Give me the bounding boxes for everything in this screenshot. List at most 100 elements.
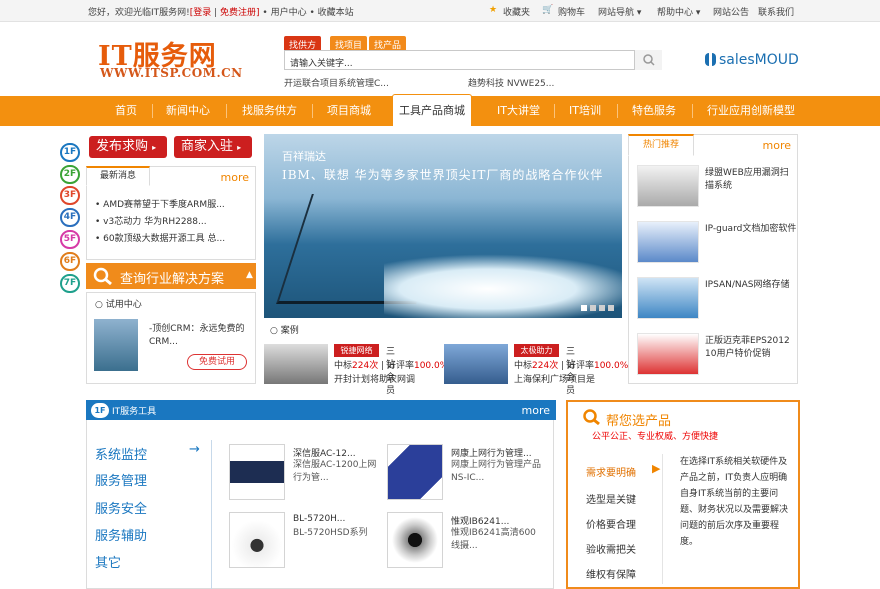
floor-tab-4f[interactable]: 4F: [60, 208, 80, 227]
news-item[interactable]: • AMD赛蒂望于下季度ARM服...: [95, 197, 225, 210]
triangle-right-icon: ▲: [246, 270, 253, 280]
register-link[interactable]: 免费注册]: [220, 8, 260, 18]
hot-product-image[interactable]: [637, 277, 699, 319]
search-icon: [643, 54, 655, 66]
help-menu-requirement[interactable]: 需求要明确: [586, 464, 636, 479]
hot-product-link[interactable]: 正版迈克菲EPS2012 10用户特价促销: [705, 335, 797, 361]
nav-it-training[interactable]: IT培训: [569, 96, 601, 126]
news-item[interactable]: • v3芯动力 华为RH2288...: [95, 214, 207, 227]
nav-divider: [226, 104, 227, 118]
it-tools-more-link[interactable]: more: [522, 404, 551, 417]
tool-product-name[interactable]: BL-5720H...: [293, 514, 345, 524]
tool-category-security[interactable]: 服务安全: [95, 498, 147, 517]
tool-product-name[interactable]: 惟观IB6241...: [451, 514, 509, 527]
help-link[interactable]: 帮助中心 ▾: [657, 5, 700, 18]
hot-product-image[interactable]: [637, 221, 699, 263]
nav-it-lecture[interactable]: IT大讲堂: [497, 96, 540, 126]
banner-dot[interactable]: [581, 305, 587, 311]
hot-recommend-tab[interactable]: 热门推荐: [628, 134, 694, 156]
banner-title: 百祥瑞达: [282, 150, 326, 163]
search-input[interactable]: 请输入关键字...: [284, 50, 662, 70]
partner-logo[interactable]: salesMOUD: [705, 52, 799, 68]
news-more-link[interactable]: more: [221, 171, 250, 184]
merchant-join-button[interactable]: 商家入驻 ▸: [174, 136, 252, 158]
hot-product-image[interactable]: [637, 333, 699, 375]
contact-link[interactable]: 联系我们: [758, 5, 794, 18]
post-purchase-button[interactable]: 发布求购 ▸: [89, 136, 167, 158]
floor-tab-7f[interactable]: 7F: [60, 274, 80, 293]
help-menu-price[interactable]: 价格要合理: [586, 516, 636, 531]
tool-product-name[interactable]: 网康上网行为管理...: [451, 446, 532, 459]
tool-category-assist[interactable]: 服务辅助: [95, 525, 147, 544]
hot-search-link[interactable]: 开运联合项目系统管理C...: [284, 76, 389, 89]
case-desc-link[interactable]: 上海保利广场项目是: [514, 372, 595, 385]
hot-recommend-panel: 热门推荐 more 绿盟WEB应用漏洞扫描系统 IP-guard文档加密软件 I…: [628, 134, 798, 384]
nav-industry-model[interactable]: 行业应用创新模型: [707, 96, 795, 126]
search-tab-supplier[interactable]: 找供方: [284, 36, 322, 51]
partner-logo-text: salesMOUD: [719, 52, 799, 68]
site-nav-link[interactable]: 网站导航 ▾: [598, 5, 641, 18]
favorites-link[interactable]: 收藏夹: [503, 5, 530, 18]
case-image[interactable]: [444, 344, 508, 384]
notice-link[interactable]: 网站公告: [713, 5, 749, 18]
help-menu-rights[interactable]: 维权有保障: [586, 566, 636, 581]
bookmark-link[interactable]: 收藏本站: [318, 8, 354, 18]
case-desc-link[interactable]: 开封计划将助农网调: [334, 372, 415, 385]
banner-dot[interactable]: [599, 305, 605, 311]
tool-category-other[interactable]: 其它: [95, 552, 121, 571]
hot-product-image[interactable]: [637, 165, 699, 207]
tool-product-image[interactable]: [387, 512, 443, 568]
case-stats: 中标224次 | 好评率100.0%: [334, 361, 449, 371]
news-tab[interactable]: 最新消息: [86, 166, 150, 186]
search-button[interactable]: [634, 50, 662, 70]
top-bar: 您好，欢迎光临IT服务网![登录 | 免费注册] • 用户中心 • 收藏本站 ★…: [0, 0, 880, 22]
floor-tab-2f[interactable]: 2F: [60, 165, 80, 184]
login-link[interactable]: [登录: [190, 8, 212, 18]
search-tab-project[interactable]: 找项目: [330, 36, 368, 51]
partner-logo-icon: [705, 53, 716, 66]
hot-product-link[interactable]: 绿盟WEB应用漏洞扫描系统: [705, 167, 797, 193]
nav-featured-service[interactable]: 特色服务: [632, 96, 676, 126]
nav-project-mall[interactable]: 项目商城: [327, 96, 371, 126]
floor-tab-5f[interactable]: 5F: [60, 230, 80, 249]
trial-product-image[interactable]: [94, 319, 138, 371]
case-company-tag: 锐捷网络: [334, 344, 379, 357]
tool-category-management[interactable]: 服务管理: [95, 470, 147, 489]
tool-product-name[interactable]: 深信服AC-12...: [293, 446, 356, 459]
hot-product-link[interactable]: IP-guard文档加密软件: [705, 223, 797, 236]
floor-tab-6f[interactable]: 6F: [60, 252, 80, 271]
banner-dot[interactable]: [608, 305, 614, 311]
floor-tab-1f[interactable]: 1F: [60, 143, 80, 162]
hero-banner[interactable]: 百祥瑞达 IBM、联想 华为等多家世界顶尖IT厂商的战略合作伙伴: [264, 134, 622, 318]
cart-link[interactable]: 购物车: [558, 5, 585, 18]
floor-tab-3f[interactable]: 3F: [60, 186, 80, 205]
hot-more-link[interactable]: more: [763, 139, 792, 152]
post-purchase-label: 发布求购: [96, 139, 149, 154]
help-menu-acceptance[interactable]: 验收需把关: [586, 541, 636, 556]
banner-dot[interactable]: [590, 305, 596, 311]
search-tab-product[interactable]: 找产品: [369, 36, 407, 51]
news-item[interactable]: • 60款顶级大数据开源工具 总...: [95, 231, 225, 244]
site-logo-url: WWW.ITSP.COM.CN: [100, 66, 243, 80]
cases-panel: ○ 案例 锐捷网络 三钻会员 中标224次 | 好评率100.0% 开封计划将助…: [264, 320, 628, 396]
it-tools-title: IT服务工具: [112, 407, 157, 417]
free-trial-button[interactable]: 免费试用: [187, 354, 247, 370]
user-center-link[interactable]: 用户中心: [271, 8, 307, 18]
nav-home[interactable]: 首页: [115, 96, 137, 126]
hot-product-link[interactable]: IPSAN/NAS网络存储: [705, 279, 797, 292]
search-placeholder: 请输入关键字...: [290, 59, 353, 69]
case-image[interactable]: [264, 344, 328, 384]
nav-news[interactable]: 新闻中心: [166, 96, 210, 126]
tool-product-image[interactable]: [229, 512, 285, 568]
hot-search-link[interactable]: 趋势科技 NVWE25...: [468, 76, 554, 89]
nav-find-supplier[interactable]: 找服务供方: [242, 96, 297, 126]
industry-solution-query[interactable]: 查询行业解决方案 ▲: [86, 263, 256, 289]
nav-tool-product-mall[interactable]: 工具产品商城: [392, 94, 472, 126]
trial-product-link[interactable]: -顶创CRM：永远免费的CRM...: [149, 323, 249, 349]
help-menu-selection[interactable]: 选型是关键: [586, 491, 636, 506]
triangle-right-icon: ▶: [652, 462, 661, 475]
tool-product-image[interactable]: [229, 444, 285, 500]
tool-category-monitor[interactable]: 系统监控: [95, 444, 147, 463]
tool-product-image[interactable]: [387, 444, 443, 500]
nav-divider: [152, 104, 153, 118]
